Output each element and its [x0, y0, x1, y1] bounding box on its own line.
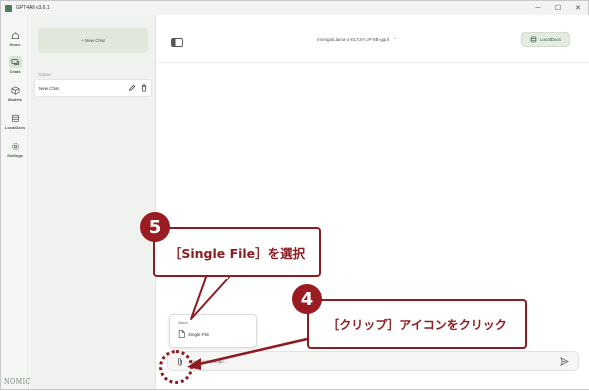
- send-icon[interactable]: [559, 356, 570, 367]
- edit-icon[interactable]: [127, 83, 137, 93]
- attach-menu: Attach Single File: [169, 314, 257, 348]
- nav-label-models: Models: [8, 97, 22, 102]
- localdocs-icon: [9, 112, 22, 124]
- message-input[interactable]: [190, 354, 550, 369]
- attach-menu-header: Attach: [178, 321, 188, 325]
- nav-item-home[interactable]: Home: [3, 27, 27, 49]
- minimize-button[interactable]: ─: [528, 1, 548, 15]
- nav-item-settings[interactable]: Settings: [3, 138, 27, 160]
- chat-header: mmnga/Llama-3-ELYZA-JP-8B-gguf ⌃ LocalDo…: [157, 15, 589, 63]
- database-icon: [530, 36, 537, 43]
- paperclip-highlight: [159, 350, 193, 384]
- title-bar: GPT4All v3.6.1 ─ ☐ ✕: [1, 1, 588, 15]
- home-icon: [9, 29, 22, 41]
- nav-label-settings: Settings: [7, 153, 23, 158]
- trash-icon[interactable]: [139, 83, 149, 93]
- chats-sidebar: + New Chat TODAY New Chat: [30, 15, 156, 389]
- nav-label-localdocs: LocalDocs: [4, 125, 26, 130]
- models-icon: [9, 84, 22, 96]
- nav-item-localdocs[interactable]: LocalDocs: [3, 110, 27, 132]
- model-selector[interactable]: mmnga/Llama-3-ELYZA-JP-8B-gguf ⌃: [317, 37, 397, 43]
- callout-step-4: ［クリップ］アイコンをクリック: [307, 299, 527, 349]
- app-logo-icon: [5, 4, 12, 12]
- chat-item-label: New Chat: [39, 85, 59, 91]
- main-nav: Home Chats Models LocalDocs Settings NOM…: [1, 15, 31, 389]
- new-chat-button[interactable]: + New Chat: [38, 28, 148, 53]
- nav-item-chats[interactable]: Chats: [3, 54, 27, 76]
- file-icon: [178, 330, 185, 338]
- message-input-bar: [167, 351, 579, 371]
- nav-item-models[interactable]: Models: [3, 82, 27, 104]
- step-badge-4: 4: [292, 284, 322, 314]
- nomic-logo: NOMIC: [4, 377, 31, 386]
- maximize-button[interactable]: ☐: [548, 1, 568, 15]
- localdocs-button[interactable]: LocalDocs: [521, 32, 570, 47]
- chevron-updown-icon: ⌃: [393, 37, 397, 42]
- model-name-label: mmnga/Llama-3-ELYZA-JP-8B-gguf: [317, 37, 389, 42]
- chats-icon: [8, 56, 22, 68]
- chat-list-item[interactable]: New Chat: [34, 79, 152, 97]
- callout-step-5: ［Single File］を選択: [153, 227, 321, 277]
- step-badge-5: 5: [140, 212, 170, 242]
- nav-label-chats: Chats: [9, 69, 21, 74]
- callout-text-4: ［クリップ］アイコンをクリック: [327, 317, 507, 332]
- settings-icon: [9, 140, 22, 152]
- nav-label-home: Home: [9, 42, 21, 47]
- close-button[interactable]: ✕: [568, 1, 588, 15]
- single-file-option[interactable]: Single File: [178, 330, 209, 338]
- localdocs-label: LocalDocs: [539, 37, 561, 42]
- callout-text-5: ［Single File］を選択: [168, 245, 306, 261]
- sidebar-toggle-icon[interactable]: [171, 34, 183, 47]
- window-title: GPT4All v3.6.1: [16, 5, 50, 11]
- chat-section-label: TODAY: [38, 72, 52, 77]
- single-file-label: Single File: [188, 331, 210, 337]
- app-window: GPT4All v3.6.1 ─ ☐ ✕ Home Chats Models L…: [0, 0, 589, 390]
- window-controls: ─ ☐ ✕: [528, 1, 588, 15]
